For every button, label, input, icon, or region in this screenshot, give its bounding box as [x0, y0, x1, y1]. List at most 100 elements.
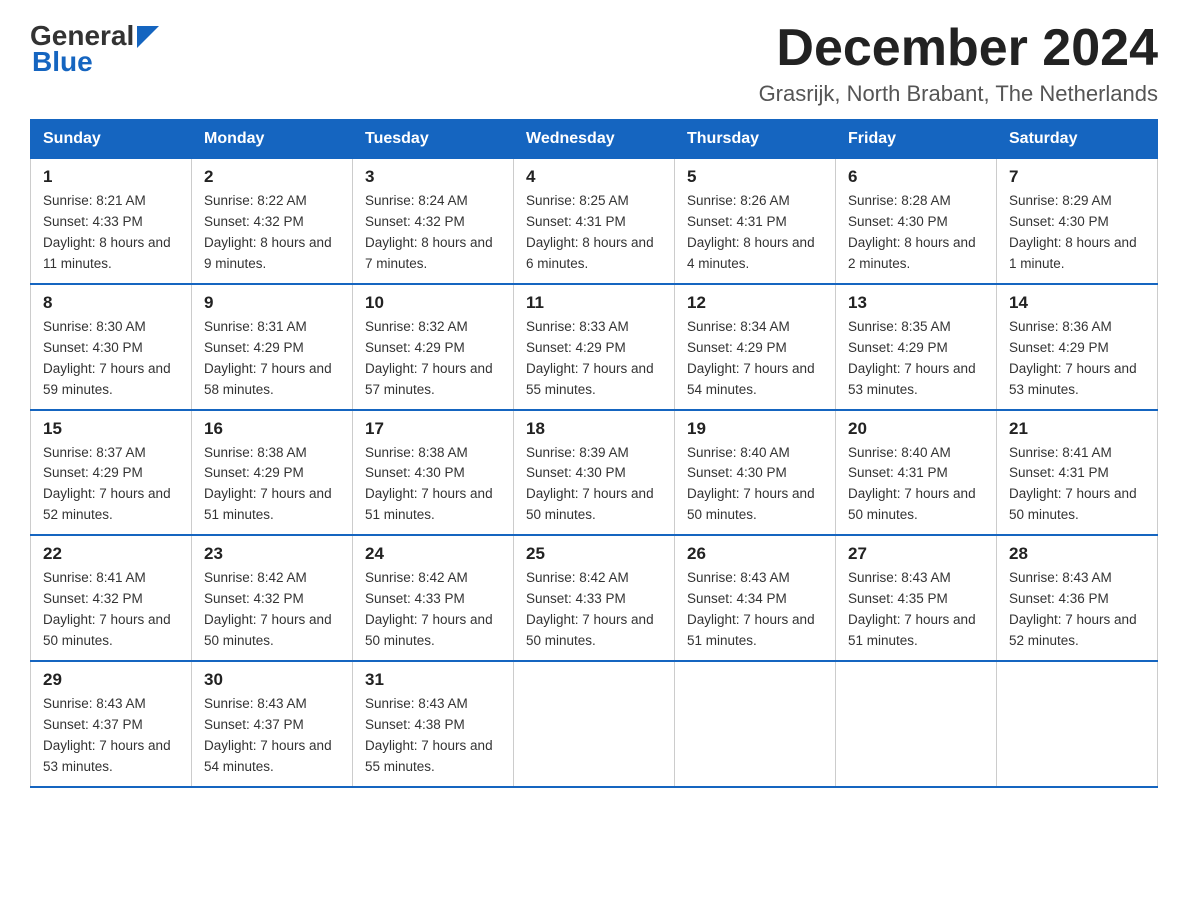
day-info: Sunrise: 8:43 AMSunset: 4:37 PMDaylight:… [204, 694, 340, 778]
weekday-header-friday: Friday [836, 120, 997, 159]
day-info: Sunrise: 8:40 AMSunset: 4:31 PMDaylight:… [848, 443, 984, 527]
calendar-cell: 10 Sunrise: 8:32 AMSunset: 4:29 PMDaylig… [353, 284, 514, 410]
day-number: 12 [687, 293, 823, 313]
logo-triangle-icon [137, 26, 159, 48]
day-info: Sunrise: 8:29 AMSunset: 4:30 PMDaylight:… [1009, 191, 1145, 275]
calendar-cell: 8 Sunrise: 8:30 AMSunset: 4:30 PMDayligh… [31, 284, 192, 410]
calendar-cell: 29 Sunrise: 8:43 AMSunset: 4:37 PMDaylig… [31, 661, 192, 787]
calendar-cell: 3 Sunrise: 8:24 AMSunset: 4:32 PMDayligh… [353, 159, 514, 284]
calendar-cell: 4 Sunrise: 8:25 AMSunset: 4:31 PMDayligh… [514, 159, 675, 284]
calendar-cell [997, 661, 1158, 787]
calendar-cell [836, 661, 997, 787]
day-number: 28 [1009, 544, 1145, 564]
day-number: 25 [526, 544, 662, 564]
calendar-table: SundayMondayTuesdayWednesdayThursdayFrid… [30, 119, 1158, 787]
calendar-cell: 24 Sunrise: 8:42 AMSunset: 4:33 PMDaylig… [353, 535, 514, 661]
calendar-cell: 13 Sunrise: 8:35 AMSunset: 4:29 PMDaylig… [836, 284, 997, 410]
day-number: 14 [1009, 293, 1145, 313]
day-number: 18 [526, 419, 662, 439]
day-number: 19 [687, 419, 823, 439]
weekday-header-sunday: Sunday [31, 120, 192, 159]
day-number: 4 [526, 167, 662, 187]
day-number: 27 [848, 544, 984, 564]
weekday-header-row: SundayMondayTuesdayWednesdayThursdayFrid… [31, 120, 1158, 159]
day-info: Sunrise: 8:25 AMSunset: 4:31 PMDaylight:… [526, 191, 662, 275]
day-number: 3 [365, 167, 501, 187]
day-info: Sunrise: 8:37 AMSunset: 4:29 PMDaylight:… [43, 443, 179, 527]
month-year-title: December 2024 [759, 20, 1158, 77]
calendar-cell: 11 Sunrise: 8:33 AMSunset: 4:29 PMDaylig… [514, 284, 675, 410]
day-number: 2 [204, 167, 340, 187]
day-number: 6 [848, 167, 984, 187]
calendar-cell: 2 Sunrise: 8:22 AMSunset: 4:32 PMDayligh… [192, 159, 353, 284]
weekday-header-saturday: Saturday [997, 120, 1158, 159]
day-number: 11 [526, 293, 662, 313]
calendar-cell: 25 Sunrise: 8:42 AMSunset: 4:33 PMDaylig… [514, 535, 675, 661]
calendar-week-row-5: 29 Sunrise: 8:43 AMSunset: 4:37 PMDaylig… [31, 661, 1158, 787]
calendar-cell: 16 Sunrise: 8:38 AMSunset: 4:29 PMDaylig… [192, 410, 353, 536]
day-number: 7 [1009, 167, 1145, 187]
day-number: 13 [848, 293, 984, 313]
day-number: 26 [687, 544, 823, 564]
location-subtitle: Grasrijk, North Brabant, The Netherlands [759, 81, 1158, 107]
day-info: Sunrise: 8:26 AMSunset: 4:31 PMDaylight:… [687, 191, 823, 275]
day-info: Sunrise: 8:41 AMSunset: 4:31 PMDaylight:… [1009, 443, 1145, 527]
day-info: Sunrise: 8:36 AMSunset: 4:29 PMDaylight:… [1009, 317, 1145, 401]
day-info: Sunrise: 8:33 AMSunset: 4:29 PMDaylight:… [526, 317, 662, 401]
calendar-week-row-4: 22 Sunrise: 8:41 AMSunset: 4:32 PMDaylig… [31, 535, 1158, 661]
day-info: Sunrise: 8:43 AMSunset: 4:34 PMDaylight:… [687, 568, 823, 652]
calendar-cell: 20 Sunrise: 8:40 AMSunset: 4:31 PMDaylig… [836, 410, 997, 536]
day-info: Sunrise: 8:24 AMSunset: 4:32 PMDaylight:… [365, 191, 501, 275]
calendar-cell: 1 Sunrise: 8:21 AMSunset: 4:33 PMDayligh… [31, 159, 192, 284]
day-info: Sunrise: 8:42 AMSunset: 4:33 PMDaylight:… [365, 568, 501, 652]
day-number: 17 [365, 419, 501, 439]
calendar-cell: 30 Sunrise: 8:43 AMSunset: 4:37 PMDaylig… [192, 661, 353, 787]
calendar-cell: 31 Sunrise: 8:43 AMSunset: 4:38 PMDaylig… [353, 661, 514, 787]
day-info: Sunrise: 8:21 AMSunset: 4:33 PMDaylight:… [43, 191, 179, 275]
day-number: 8 [43, 293, 179, 313]
day-number: 23 [204, 544, 340, 564]
title-area: December 2024 Grasrijk, North Brabant, T… [759, 20, 1158, 107]
calendar-cell: 6 Sunrise: 8:28 AMSunset: 4:30 PMDayligh… [836, 159, 997, 284]
day-info: Sunrise: 8:43 AMSunset: 4:38 PMDaylight:… [365, 694, 501, 778]
day-info: Sunrise: 8:32 AMSunset: 4:29 PMDaylight:… [365, 317, 501, 401]
day-info: Sunrise: 8:41 AMSunset: 4:32 PMDaylight:… [43, 568, 179, 652]
calendar-cell: 19 Sunrise: 8:40 AMSunset: 4:30 PMDaylig… [675, 410, 836, 536]
calendar-cell: 18 Sunrise: 8:39 AMSunset: 4:30 PMDaylig… [514, 410, 675, 536]
day-number: 1 [43, 167, 179, 187]
calendar-cell [514, 661, 675, 787]
day-info: Sunrise: 8:34 AMSunset: 4:29 PMDaylight:… [687, 317, 823, 401]
calendar-cell: 7 Sunrise: 8:29 AMSunset: 4:30 PMDayligh… [997, 159, 1158, 284]
day-number: 31 [365, 670, 501, 690]
day-number: 24 [365, 544, 501, 564]
calendar-cell: 21 Sunrise: 8:41 AMSunset: 4:31 PMDaylig… [997, 410, 1158, 536]
day-info: Sunrise: 8:39 AMSunset: 4:30 PMDaylight:… [526, 443, 662, 527]
logo-blue-text: Blue [32, 46, 93, 78]
calendar-cell: 5 Sunrise: 8:26 AMSunset: 4:31 PMDayligh… [675, 159, 836, 284]
weekday-header-monday: Monday [192, 120, 353, 159]
day-info: Sunrise: 8:38 AMSunset: 4:29 PMDaylight:… [204, 443, 340, 527]
calendar-cell: 12 Sunrise: 8:34 AMSunset: 4:29 PMDaylig… [675, 284, 836, 410]
page-header: General Blue December 2024 Grasrijk, Nor… [30, 20, 1158, 107]
day-number: 9 [204, 293, 340, 313]
calendar-cell: 9 Sunrise: 8:31 AMSunset: 4:29 PMDayligh… [192, 284, 353, 410]
day-info: Sunrise: 8:43 AMSunset: 4:36 PMDaylight:… [1009, 568, 1145, 652]
day-info: Sunrise: 8:22 AMSunset: 4:32 PMDaylight:… [204, 191, 340, 275]
day-info: Sunrise: 8:30 AMSunset: 4:30 PMDaylight:… [43, 317, 179, 401]
calendar-cell: 17 Sunrise: 8:38 AMSunset: 4:30 PMDaylig… [353, 410, 514, 536]
day-number: 21 [1009, 419, 1145, 439]
calendar-cell: 27 Sunrise: 8:43 AMSunset: 4:35 PMDaylig… [836, 535, 997, 661]
calendar-cell: 14 Sunrise: 8:36 AMSunset: 4:29 PMDaylig… [997, 284, 1158, 410]
day-number: 5 [687, 167, 823, 187]
calendar-week-row-3: 15 Sunrise: 8:37 AMSunset: 4:29 PMDaylig… [31, 410, 1158, 536]
calendar-cell: 23 Sunrise: 8:42 AMSunset: 4:32 PMDaylig… [192, 535, 353, 661]
day-info: Sunrise: 8:31 AMSunset: 4:29 PMDaylight:… [204, 317, 340, 401]
calendar-week-row-1: 1 Sunrise: 8:21 AMSunset: 4:33 PMDayligh… [31, 159, 1158, 284]
day-info: Sunrise: 8:28 AMSunset: 4:30 PMDaylight:… [848, 191, 984, 275]
day-info: Sunrise: 8:35 AMSunset: 4:29 PMDaylight:… [848, 317, 984, 401]
day-number: 20 [848, 419, 984, 439]
day-info: Sunrise: 8:42 AMSunset: 4:33 PMDaylight:… [526, 568, 662, 652]
weekday-header-thursday: Thursday [675, 120, 836, 159]
calendar-cell: 26 Sunrise: 8:43 AMSunset: 4:34 PMDaylig… [675, 535, 836, 661]
day-number: 15 [43, 419, 179, 439]
